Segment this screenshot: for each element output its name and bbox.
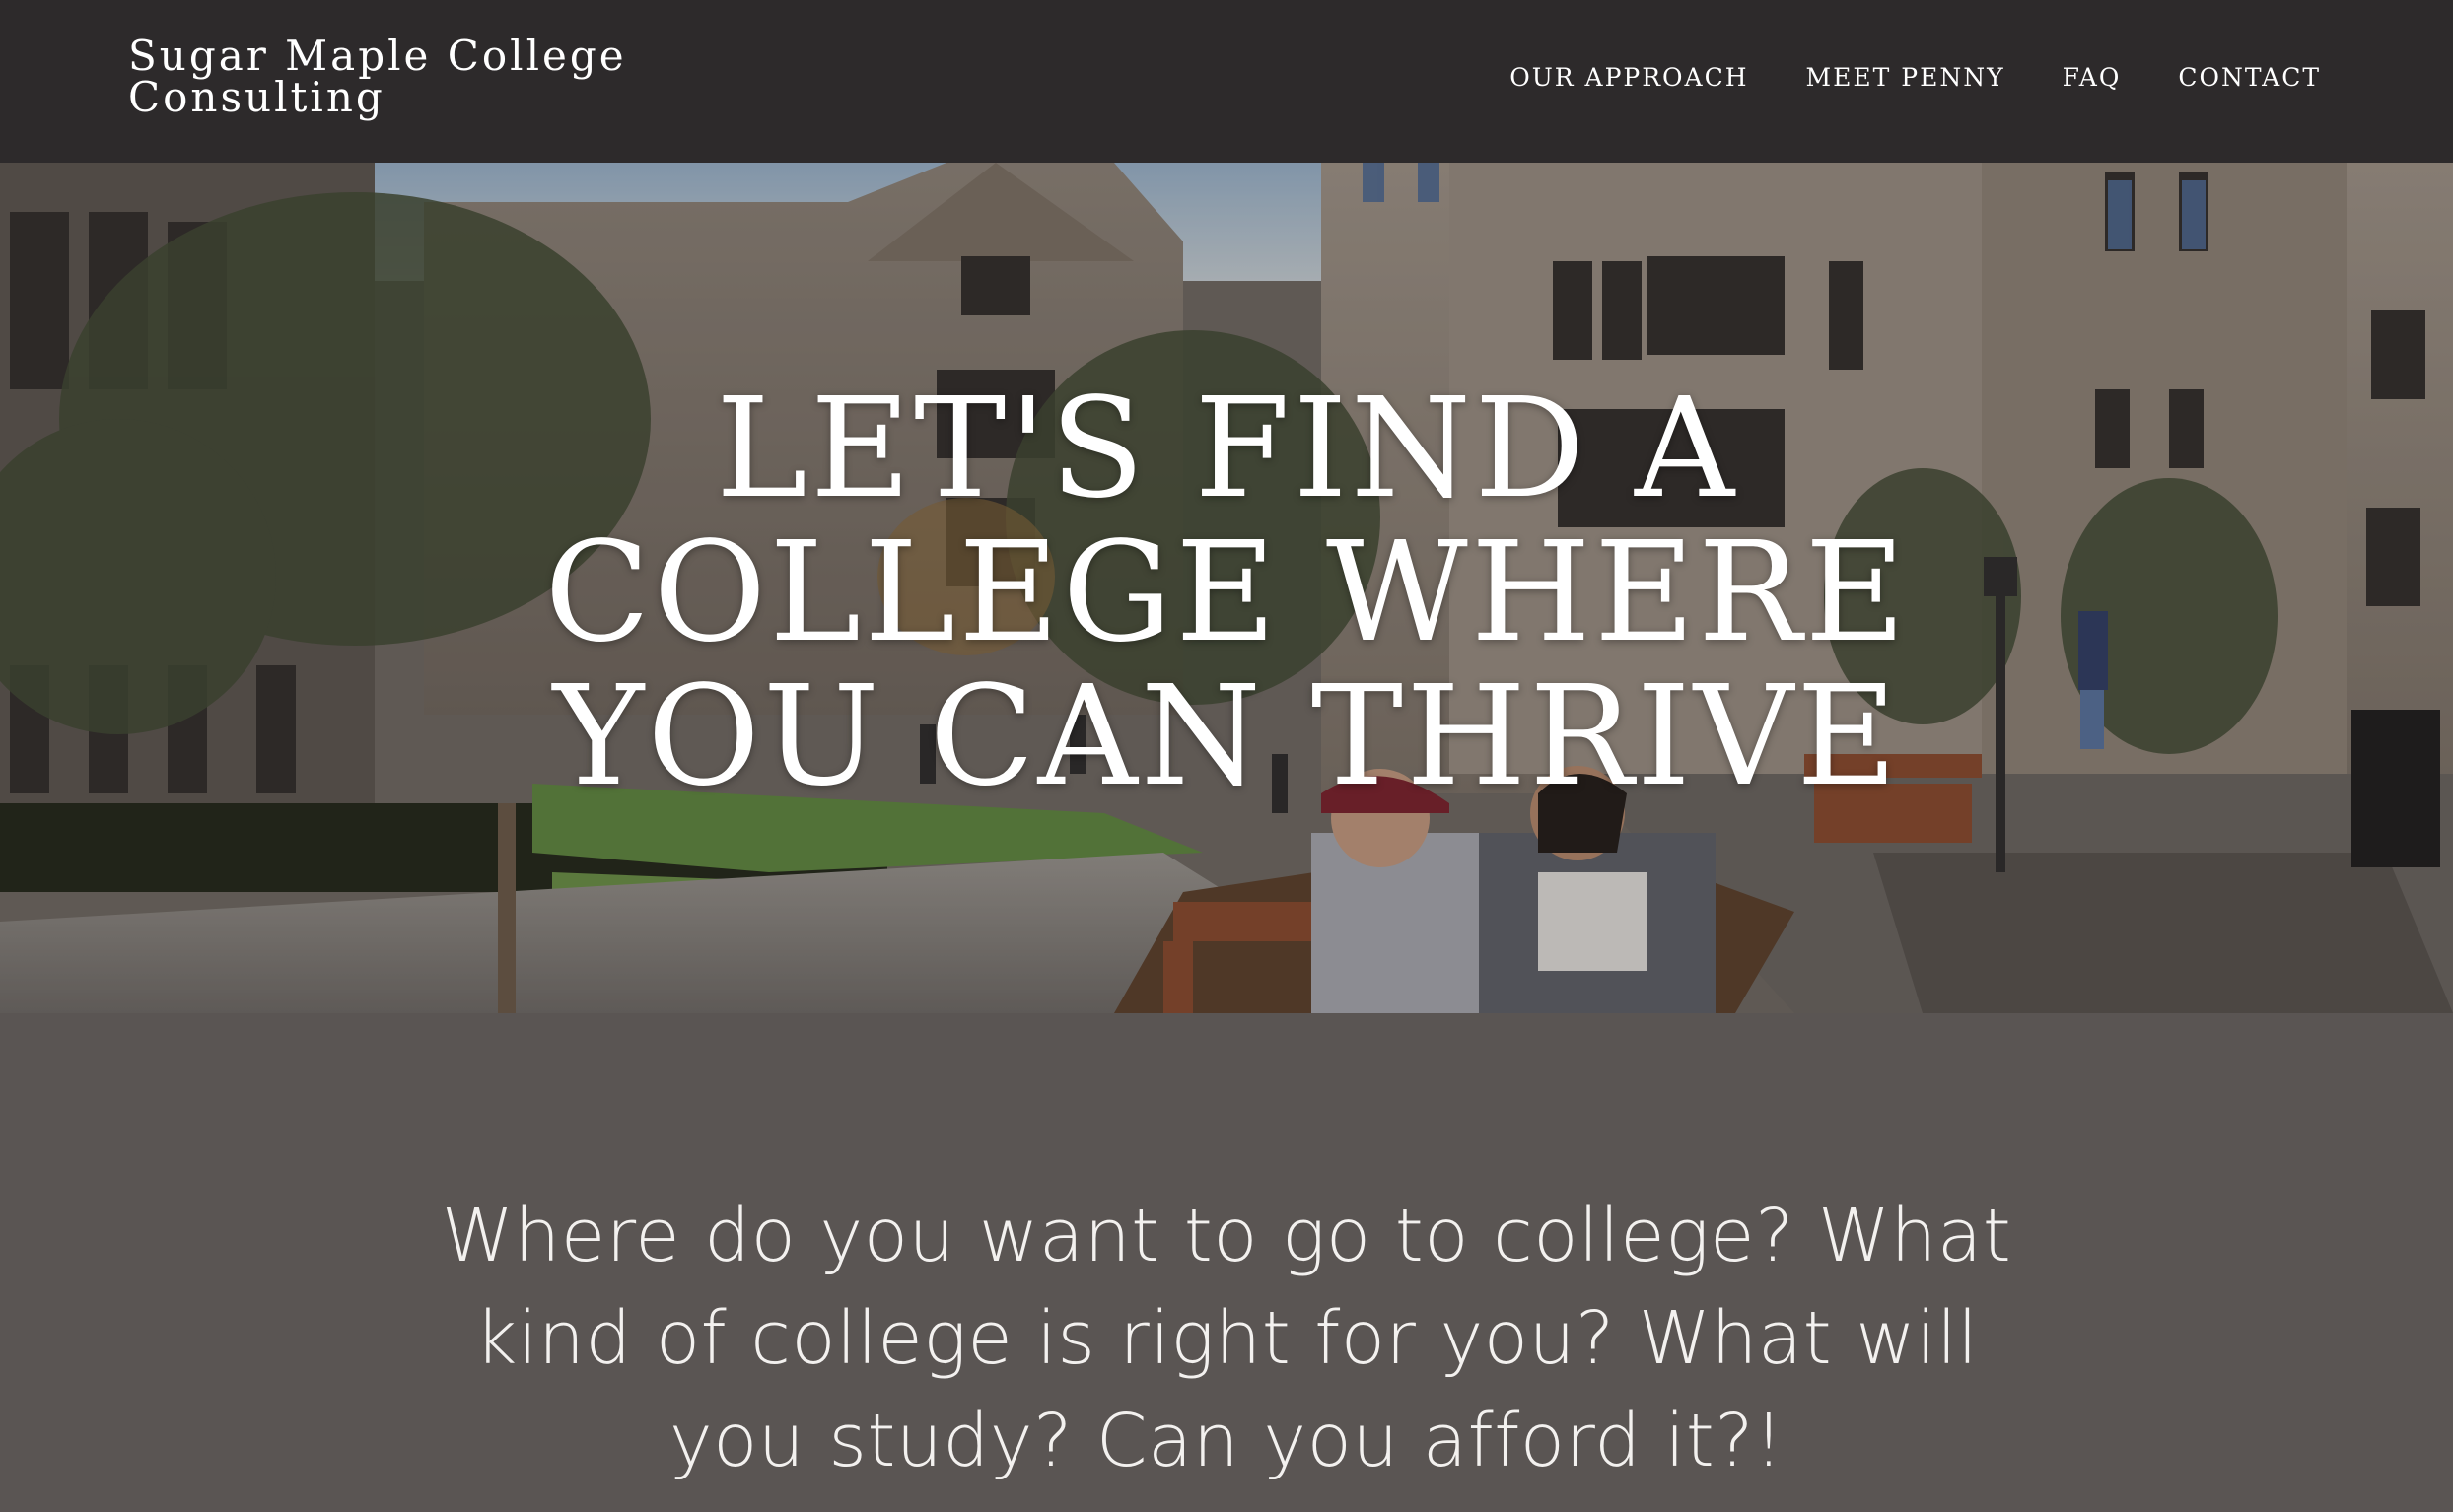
- site-header: Sugar Maple College Consulting OUR APPRO…: [0, 0, 2453, 163]
- hero-section: LET'S FIND A COLLEGE WHERE YOU CAN THRIV…: [0, 163, 2453, 1013]
- hero-headline-line-1: LET'S FIND A: [715, 369, 1738, 529]
- nav-faq[interactable]: FAQ: [2063, 63, 2122, 92]
- hero-headline: LET'S FIND A COLLEGE WHERE YOU CAN THRIV…: [0, 378, 2453, 809]
- main-nav: OUR APPROACH MEET PENNY FAQ CONTACT: [1452, 63, 2321, 92]
- nav-contact[interactable]: CONTACT: [2178, 63, 2321, 92]
- nav-our-approach[interactable]: OUR APPROACH: [1509, 63, 1748, 92]
- intro-questions-text: Where do you want to go to college? What…: [441, 1194, 2012, 1483]
- hero-headline-line-3: YOU CAN THRIVE: [552, 656, 1901, 817]
- intro-section: Where do you want to go to college? What…: [0, 1013, 2453, 1512]
- site-logo-text[interactable]: Sugar Maple College Consulting: [128, 35, 680, 118]
- nav-meet-penny[interactable]: MEET PENNY: [1806, 63, 2005, 92]
- hero-headline-line-2: COLLEGE WHERE: [544, 513, 1909, 673]
